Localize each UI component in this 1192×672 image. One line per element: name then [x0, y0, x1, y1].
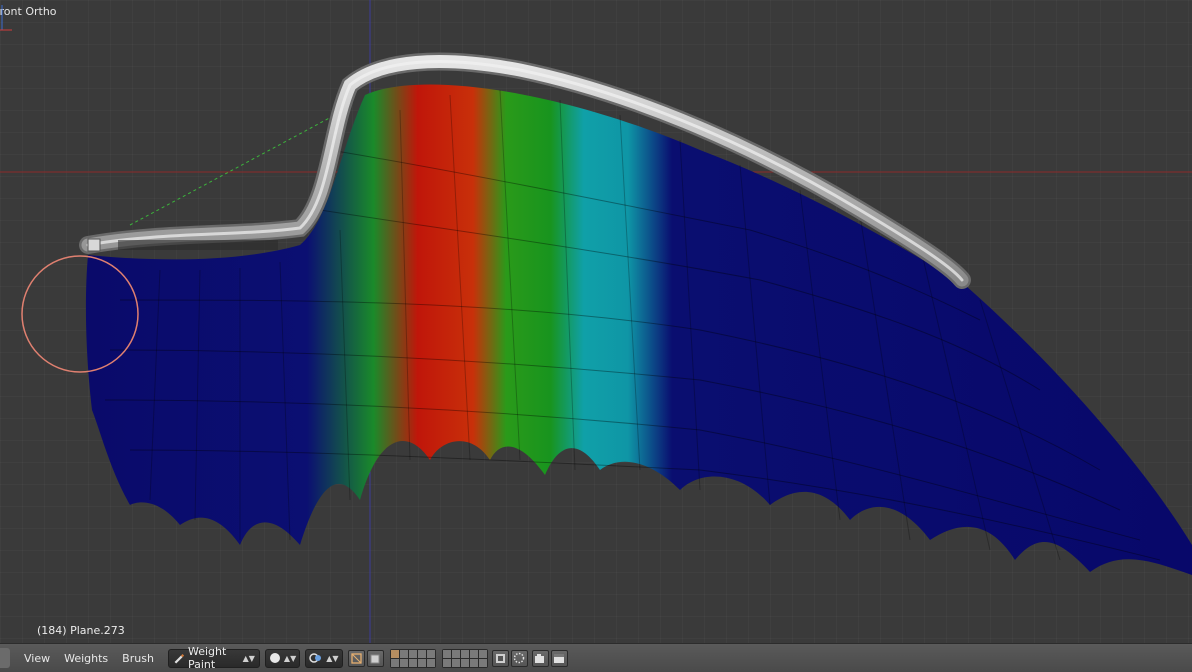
layer-grid-b[interactable]	[441, 648, 488, 668]
vertex-mask-icon	[370, 654, 380, 663]
shading-select[interactable]: ▲▼	[264, 648, 301, 668]
updown-arrows-icon: ▲▼	[242, 653, 255, 663]
opengl-render-button[interactable]	[531, 649, 549, 667]
face-mask-button[interactable]	[347, 649, 365, 667]
camera-icon	[535, 653, 545, 663]
editor-type-stub[interactable]	[0, 648, 10, 668]
viewport-header: View Weights Brush Weight Paint ▲▼ ▲▼ ▲▼	[0, 643, 1192, 672]
updown-arrows-icon: ▲▼	[326, 653, 339, 663]
mini-axis-gizmo	[0, 5, 12, 31]
menu-brush[interactable]: Brush	[116, 652, 160, 665]
mode-select[interactable]: Weight Paint ▲▼	[167, 645, 260, 671]
3d-viewport[interactable]: Front Ortho (184) Plane.273	[0, 0, 1192, 643]
render-layer-icon	[495, 653, 505, 663]
face-mask-icon	[350, 652, 362, 664]
clapper-icon	[554, 653, 565, 663]
pivot-icon	[309, 653, 322, 663]
weight-paint-mode-icon	[174, 654, 184, 664]
vertex-mask-button[interactable]	[366, 649, 384, 667]
snap-button[interactable]	[510, 649, 528, 667]
pivot-select[interactable]: ▲▼	[305, 648, 343, 668]
viewport-canvas[interactable]	[0, 0, 1192, 643]
updown-arrows-icon: ▲▼	[283, 653, 297, 663]
menu-weights[interactable]: Weights	[58, 652, 114, 665]
opengl-animation-button[interactable]	[550, 649, 568, 667]
mode-select-label: Weight Paint	[188, 645, 227, 671]
layer-grid-a[interactable]	[389, 648, 436, 668]
lock-layers-button[interactable]	[491, 649, 509, 667]
object-info: (184) Plane.273	[37, 624, 125, 637]
dotted-circle-icon	[513, 652, 525, 664]
sphere-shading-icon	[269, 653, 280, 663]
menu-view[interactable]: View	[18, 652, 56, 665]
